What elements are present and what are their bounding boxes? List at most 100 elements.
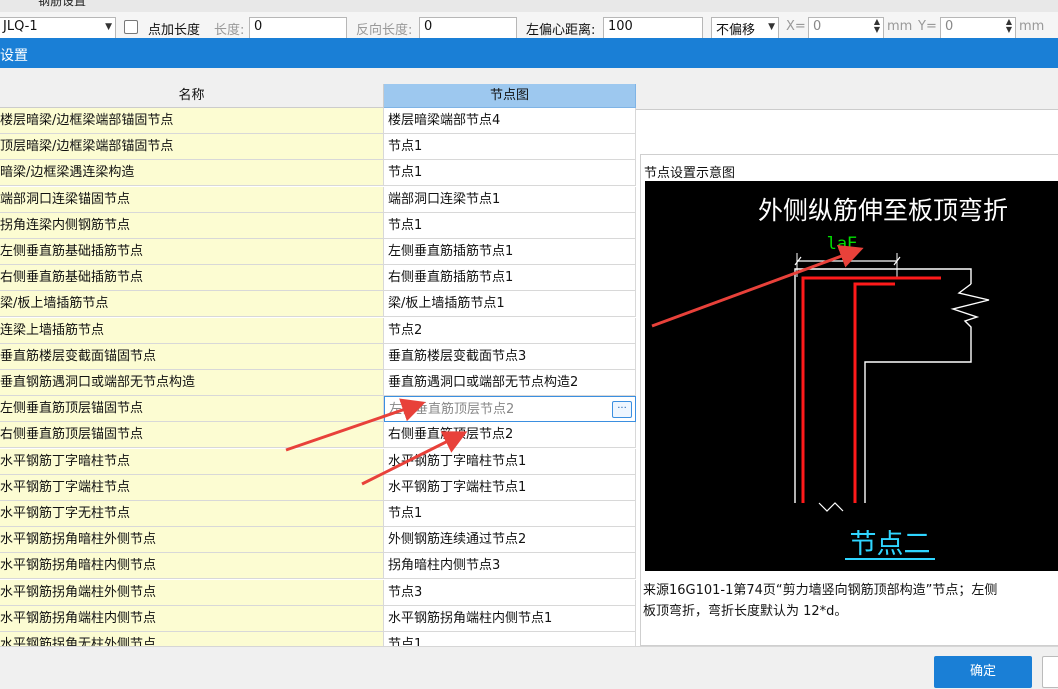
row-node-cell[interactable]: 垂直筋遇洞口或端部无节点构造2 (384, 370, 636, 396)
y-value: 0 (945, 19, 954, 34)
table-row[interactable]: 拐角连梁内侧钢筋节点 节点1 (0, 212, 636, 239)
table-row[interactable]: 垂直筋楼层变截面锚固节点 垂直筋楼层变截面节点3 (0, 343, 636, 370)
column-header-node[interactable]: 节点图 (384, 84, 636, 108)
table-row[interactable]: 水平钢筋丁字无柱节点 节点1 (0, 501, 636, 527)
table-row[interactable]: 水平钢筋拐角端柱外侧节点 节点3 (0, 579, 636, 606)
table-row[interactable]: 顶层暗梁/边框梁端部锚固节点 节点1 (0, 134, 636, 161)
row-name-cell: 楼层暗梁/边框梁端部锚固节点 (0, 108, 384, 134)
left-offset-label: 左偏心距离: (526, 23, 596, 38)
row-node-cell[interactable]: 拐角暗柱内侧节点3 (384, 553, 636, 580)
column-header-name[interactable]: 名称 (0, 84, 384, 108)
tab-rebar-settings[interactable]: 钢筋设置 (38, 0, 86, 9)
node-value: 水平钢筋丁字端柱节点1 (388, 479, 527, 495)
table-row[interactable]: 右侧垂直筋顶层锚固节点 右侧垂直筋顶层节点2 (0, 422, 636, 449)
x-label: X= (786, 19, 806, 34)
row-name-cell: 左侧垂直筋顶层锚固节点 (0, 396, 384, 423)
row-node-cell[interactable]: 节点2 (384, 317, 636, 344)
row-node-cell[interactable]: 节点1 (384, 632, 636, 646)
table-row[interactable]: 水平钢筋拐角暗柱外侧节点 外侧钢筋连续通过节点2 (0, 527, 636, 554)
row-node-cell[interactable]: 节点3 (384, 579, 636, 606)
row-node-cell[interactable]: 梁/板上墙插筋节点1 (384, 291, 636, 318)
row-node-cell[interactable]: 楼层暗梁端部节点4 (384, 108, 636, 134)
row-name-cell: 端部洞口连梁锚固节点 (0, 186, 384, 213)
ok-button[interactable]: 确定 (934, 656, 1032, 688)
row-node-cell[interactable]: 节点1 (384, 212, 636, 239)
add-length-checkbox[interactable] (124, 20, 138, 34)
left-offset-input[interactable]: 100 (603, 17, 703, 38)
row-node-cell[interactable]: 水平钢筋丁字端柱节点1 (384, 474, 636, 501)
component-select-value: JLQ-1 (3, 19, 38, 34)
row-node-cell[interactable]: 外侧钢筋连续通过节点2 (384, 527, 636, 554)
offset-mode-select[interactable]: 不偏移 ▼ (711, 17, 779, 38)
row-node-cell[interactable]: 左侧垂直筋插筋节点1 (384, 239, 636, 265)
table-row[interactable]: 水平钢筋拐角暗柱内侧节点 拐角暗柱内侧节点3 (0, 553, 636, 580)
wall-outline-outer (794, 268, 972, 503)
component-select[interactable]: JLQ-1 ▼ (0, 17, 116, 38)
node-value: 节点1 (388, 165, 423, 181)
row-node-cell[interactable]: 端部洞口连梁节点1 (384, 186, 636, 213)
table-row[interactable]: 水平钢筋丁字端柱节点 水平钢筋丁字端柱节点1 (0, 474, 636, 501)
table-row[interactable]: 水平钢筋拐角端柱内侧节点 水平钢筋拐角端柱内侧节点1 (0, 605, 636, 632)
row-node-cell[interactable]: 节点1 (384, 501, 636, 527)
node-value: 拐角暗柱内侧节点3 (388, 558, 501, 574)
dialog-footer (0, 646, 1058, 689)
add-length-label: 点加长度 (148, 23, 201, 38)
row-name-cell: 垂直钢筋遇洞口或端部无节点构造 (0, 370, 384, 396)
node-value: 端部洞口连梁节点1 (388, 191, 501, 207)
ellipsis-icon[interactable]: ··· (612, 401, 632, 419)
outer-rebar (801, 276, 941, 503)
y-unit: mm (1019, 19, 1045, 34)
node-value: 水平钢筋拐角端柱内侧节点1 (388, 610, 553, 626)
y-label: Y= (918, 19, 937, 34)
table-row[interactable]: 垂直钢筋遇洞口或端部无节点构造 垂直筋遇洞口或端部无节点构造2 (0, 370, 636, 396)
reverse-length-input[interactable]: 0 (419, 17, 517, 38)
row-node-cell[interactable]: 右侧垂直筋插筋节点1 (384, 265, 636, 292)
cancel-button[interactable] (1042, 656, 1058, 688)
length-value: 0 (254, 19, 263, 34)
table-row[interactable]: 左侧垂直筋基础插筋节点 左侧垂直筋插筋节点1 (0, 239, 636, 265)
row-name-cell: 顶层暗梁/边框梁端部锚固节点 (0, 134, 384, 161)
row-name-cell: 拐角连梁内侧钢筋节点 (0, 212, 384, 239)
dialog-titlebar[interactable]: 设置 (0, 38, 1058, 68)
row-name-cell: 垂直筋楼层变截面锚固节点 (0, 343, 384, 370)
length-input[interactable]: 0 (249, 17, 347, 38)
length-label: 长度: (214, 23, 245, 38)
row-node-cell[interactable]: 节点1 (384, 134, 636, 161)
node-value: 右侧垂直筋插筋节点1 (388, 270, 514, 286)
row-name-cell: 水平钢筋丁字无柱节点 (0, 501, 384, 527)
row-node-cell[interactable]: 水平钢筋拐角端柱内侧节点1 (384, 605, 636, 632)
row-name-cell: 暗梁/边框梁遇连梁构造 (0, 160, 384, 187)
drawing-toolbar: JLQ-1 ▼ 点加长度 长度: 0 反向长度: 0 左偏心距离: 100 不偏… (0, 12, 1058, 39)
table-row[interactable]: 连梁上墙插筋节点 节点2 (0, 317, 636, 344)
node-value: 左侧垂直筋插筋节点1 (388, 244, 514, 259)
row-name-cell: 水平钢筋拐角暗柱外侧节点 (0, 527, 384, 554)
diagram-panel-title: 节点设置示意图 (644, 166, 736, 181)
active-node-cell[interactable]: 左侧垂直筋顶层节点2 ··· (384, 396, 636, 423)
table-row[interactable]: 暗梁/边框梁遇连梁构造 节点1 (0, 160, 636, 187)
table-row[interactable]: 楼层暗梁/边框梁端部锚固节点 楼层暗梁端部节点4 (0, 108, 636, 134)
node-value: 垂直筋遇洞口或端部无节点构造2 (388, 375, 579, 390)
row-name-cell: 水平钢筋拐角端柱外侧节点 (0, 579, 384, 606)
table-row[interactable]: 左侧垂直筋顶层锚固节点 左侧垂直筋顶层节点2 ··· (0, 396, 636, 423)
node-value: 节点1 (388, 506, 423, 521)
table-row[interactable]: 右侧垂直筋基础插筋节点 右侧垂直筋插筋节点1 (0, 265, 636, 292)
node-value: 节点2 (388, 322, 423, 338)
x-unit: mm (887, 19, 913, 34)
row-node-cell[interactable]: 水平钢筋丁字暗柱节点1 (384, 448, 636, 475)
table-row[interactable]: 端部洞口连梁锚固节点 端部洞口连梁节点1 (0, 186, 636, 213)
reverse-length-value: 0 (424, 19, 433, 34)
row-node-cell[interactable]: 垂直筋楼层变截面节点3 (384, 343, 636, 370)
break-line (818, 502, 844, 512)
row-name-cell: 水平钢筋拐角无柱外侧节点 (0, 632, 384, 646)
table-row[interactable]: 梁/板上墙插筋节点 梁/板上墙插筋节点1 (0, 291, 636, 318)
node-value: 右侧垂直筋顶层节点2 (388, 427, 514, 443)
spinner-icon[interactable]: ▲ ▼ (874, 18, 880, 34)
table-row[interactable]: 水平钢筋丁字暗柱节点 水平钢筋丁字暗柱节点1 (0, 448, 636, 475)
x-input[interactable]: 0 ▲ ▼ (808, 17, 884, 38)
table-row[interactable]: 水平钢筋拐角无柱外侧节点 节点1 (0, 632, 636, 646)
row-node-cell[interactable]: 节点1 (384, 160, 636, 187)
y-input[interactable]: 0 ▲ ▼ (940, 17, 1016, 38)
spinner-icon[interactable]: ▲ ▼ (1006, 18, 1012, 34)
row-node-cell[interactable]: 右侧垂直筋顶层节点2 (384, 422, 636, 449)
row-name-cell: 梁/板上墙插筋节点 (0, 291, 384, 318)
